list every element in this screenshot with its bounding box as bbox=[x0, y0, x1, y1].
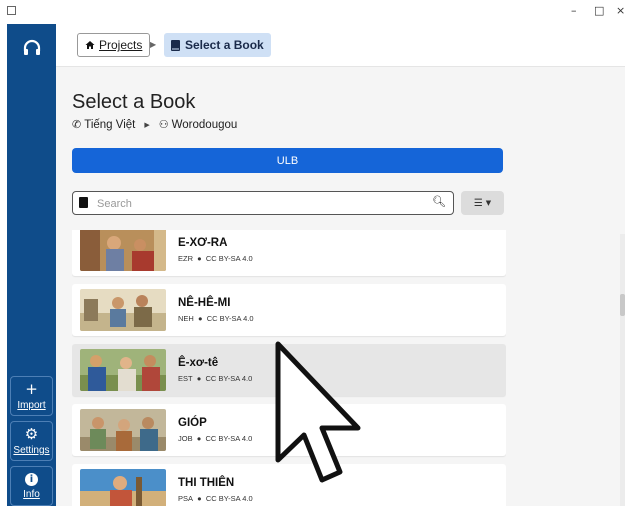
book-thumbnail bbox=[80, 409, 166, 451]
info-icon: i bbox=[25, 472, 38, 486]
gear-icon: ⚙ bbox=[24, 424, 39, 443]
source-language: Tiếng Việt bbox=[84, 118, 136, 131]
resource-ulb-button[interactable]: ULB bbox=[72, 148, 503, 173]
breadcrumb: Projects ▶ Select a Book bbox=[56, 24, 625, 67]
book-item-ezr[interactable]: E-XƠ-RA EZR ● CC BY-SA 4.0 bbox=[72, 230, 506, 276]
settings-button[interactable]: ⚙ Settings bbox=[10, 421, 53, 461]
book-meta: EST ● CC BY-SA 4.0 bbox=[178, 374, 253, 383]
breadcrumb-projects[interactable]: Projects bbox=[77, 33, 151, 57]
search-box: 🔍︎ bbox=[72, 191, 454, 215]
breadcrumb-current-label: Select a Book bbox=[185, 38, 264, 52]
book-name: E-XƠ-RA bbox=[178, 237, 228, 249]
search-icon[interactable]: 🔍︎ bbox=[432, 195, 446, 208]
import-label: Import bbox=[17, 399, 46, 411]
maximize-button[interactable]: □ bbox=[594, 4, 604, 17]
close-button[interactable]: × bbox=[616, 4, 625, 17]
book-thumbnail bbox=[80, 469, 166, 506]
book-meta: PSA ● CC BY-SA 4.0 bbox=[178, 494, 253, 503]
book-thumbnail bbox=[80, 349, 166, 391]
book-item-neh[interactable]: NÊ-HÊ-MI NEH ● CC BY-SA 4.0 bbox=[72, 284, 506, 336]
book-name: Ê-xơ-tê bbox=[178, 357, 219, 369]
book-thumbnail bbox=[80, 289, 166, 331]
book-name: THI THIÊN bbox=[178, 477, 235, 489]
import-button[interactable]: + Import bbox=[10, 376, 53, 416]
home-icon bbox=[85, 41, 95, 49]
scrollbar[interactable] bbox=[620, 234, 625, 506]
page-title: Select a Book bbox=[72, 91, 196, 113]
book-thumbnail bbox=[80, 230, 166, 271]
window-titlebar: – □ × bbox=[0, 0, 625, 24]
info-label: Info bbox=[23, 488, 40, 500]
minimize-button[interactable]: – bbox=[571, 4, 577, 17]
book-meta: JOB ● CC BY-SA 4.0 bbox=[178, 434, 253, 443]
headphones-button[interactable] bbox=[7, 28, 56, 68]
book-name: NÊ-HÊ-MI bbox=[178, 297, 231, 309]
chevron-right-icon: ▶ bbox=[150, 40, 157, 49]
filter-icon: ☰ bbox=[473, 197, 483, 209]
book-meta: NEH ● CC BY-SA 4.0 bbox=[178, 314, 254, 323]
speech-icon: ✆ bbox=[72, 118, 82, 131]
filter-button[interactable]: ☰ ▼ bbox=[461, 191, 504, 215]
settings-label: Settings bbox=[13, 444, 50, 456]
language-info: ✆ Tiếng Việt ▶ ⚇ Worodougou bbox=[72, 118, 237, 131]
book-icon bbox=[79, 197, 88, 208]
scrollbar-thumb[interactable] bbox=[620, 294, 625, 316]
search-input[interactable] bbox=[95, 194, 429, 214]
book-name: GIÓP bbox=[178, 417, 207, 429]
breadcrumb-current: Select a Book bbox=[164, 33, 271, 57]
breadcrumb-projects-label: Projects bbox=[99, 38, 143, 52]
app-icon bbox=[7, 6, 16, 15]
target-language: Worodougou bbox=[171, 118, 238, 131]
people-icon: ⚇ bbox=[158, 118, 169, 131]
info-button[interactable]: i Info bbox=[10, 466, 53, 506]
mouse-cursor-icon bbox=[275, 341, 361, 483]
chevron-right-icon: ▶ bbox=[144, 121, 150, 129]
book-icon bbox=[171, 39, 180, 51]
plus-icon: + bbox=[25, 379, 38, 398]
chevron-down-icon: ▼ bbox=[485, 199, 492, 207]
headphones-icon bbox=[23, 39, 40, 55]
sidebar: + Import ⚙ Settings i Info bbox=[7, 24, 56, 506]
book-meta: EZR ● CC BY-SA 4.0 bbox=[178, 254, 253, 263]
